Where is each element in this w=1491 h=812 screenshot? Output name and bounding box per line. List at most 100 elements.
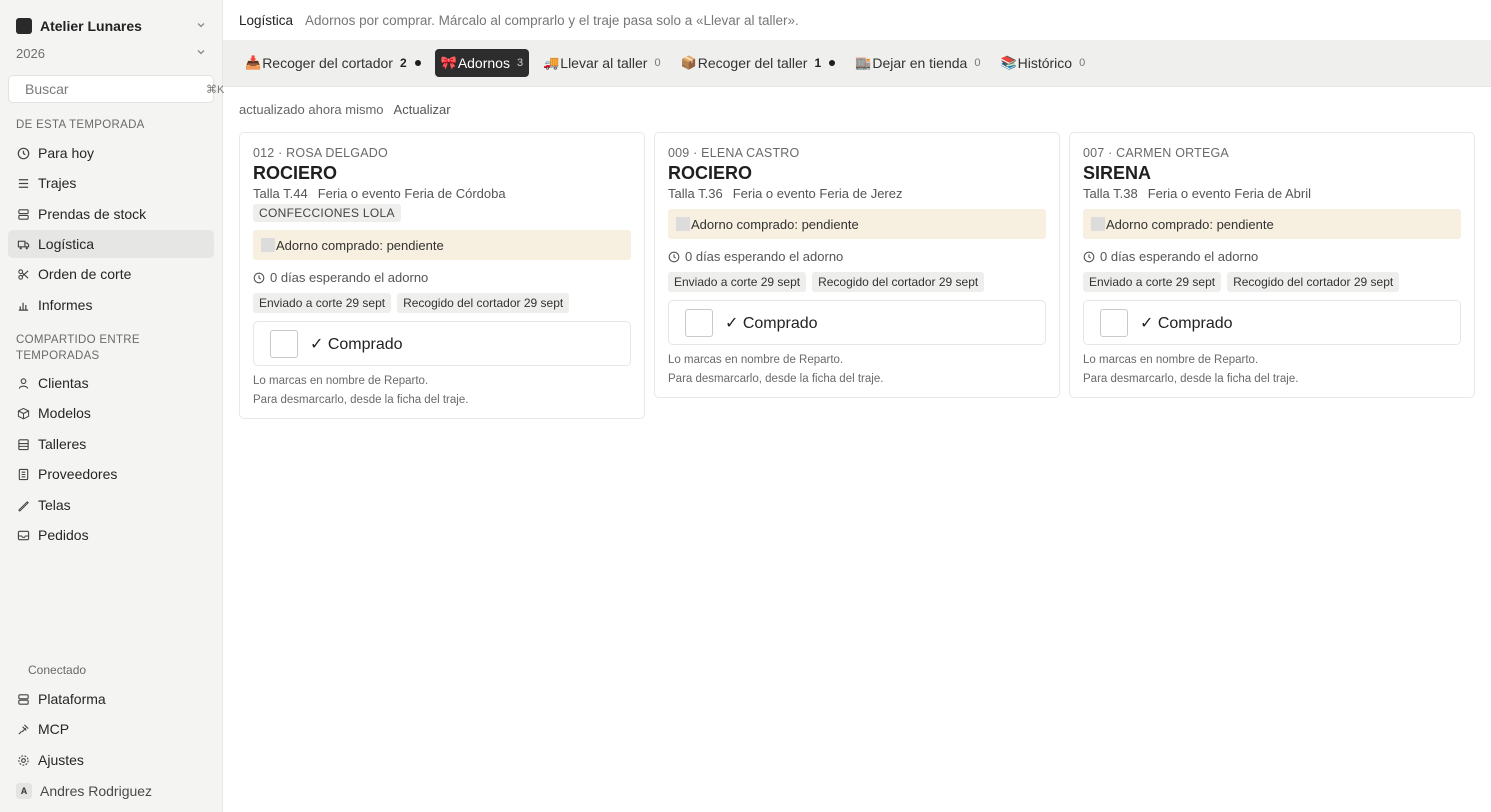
chevron-down-icon [196, 47, 206, 60]
sidebar-item-para-hoy[interactable]: Para hoy [8, 139, 214, 167]
sidebar-item-prendas-de-stock[interactable]: Prendas de stock [8, 200, 214, 228]
clock-icon [668, 251, 680, 262]
order-meta: Talla T.38 Feria o evento Feria de Abril [1083, 186, 1461, 201]
sidebar-item-mcp[interactable]: MCP [8, 715, 214, 743]
workspace-name: Atelier Lunares [40, 18, 142, 34]
season-selector[interactable]: 2026 [8, 42, 214, 64]
order-meta: Talla T.44 Feria o evento Feria de Córdob… [253, 186, 631, 201]
connection-status: Conectado [28, 663, 87, 677]
bought-checkbox[interactable] [270, 329, 298, 358]
tab-adornos[interactable]: 🎀 Adornos 3 [434, 49, 530, 77]
order-code: 009 · ELENA CASTRO [668, 146, 800, 160]
tab-count: 0 [974, 57, 981, 69]
avatar: A [16, 783, 32, 799]
store-icon [16, 467, 30, 481]
sidebar-item-label: Logística [38, 236, 95, 252]
tab-label: Recoger del cortador [262, 55, 393, 71]
sidebar-item-clientas[interactable]: Clientas [8, 369, 214, 397]
wait-time: 0 días esperando el adorno [253, 270, 631, 285]
box-icon [16, 406, 30, 420]
sidebar-item-label: Informes [38, 297, 93, 313]
sidebar-item-plataforma[interactable]: Plataforma [8, 685, 214, 713]
sidebar-item-label: Prendas de stock [38, 206, 147, 222]
section-label-shared: COMPARTIDO ENTRE TEMPORADAS [16, 332, 140, 364]
sidebar-item-label: Ajustes [38, 752, 84, 768]
sidebar-item-informes[interactable]: Informes [8, 291, 214, 319]
bought-label: ✓ Comprado [310, 335, 403, 353]
ribbon-icon: 🎀 [440, 55, 457, 70]
tab-label: Adornos [457, 55, 510, 71]
clock-icon [253, 272, 265, 283]
sidebar-item-label: Pedidos [38, 527, 89, 543]
sidebar-item-label: Telas [38, 497, 71, 513]
sidebar-item-label: Proveedores [38, 466, 118, 482]
sidebar-item-orden-de-corte[interactable]: Orden de corte [8, 260, 214, 288]
building-icon [16, 437, 30, 451]
tab-dejar-en-tienda[interactable]: 🏬 Dejar en tienda 0 [849, 49, 986, 77]
card-note: Para desmarcarlo, desde la ficha del tra… [668, 373, 884, 385]
sidebar-item-talleres[interactable]: Talleres [8, 430, 214, 458]
tab-llevar-al-taller[interactable]: 🚚 Llevar al taller 0 [537, 49, 666, 77]
tab-count: 0 [1079, 57, 1086, 69]
workspace-logo-icon [16, 18, 32, 34]
truck-icon [16, 237, 30, 251]
bought-checkbox[interactable] [685, 308, 713, 337]
sidebar-item-pedidos[interactable]: Pedidos [8, 521, 214, 549]
mark-bought-button[interactable]: ✓ Comprado [668, 300, 1046, 345]
chart-icon [16, 298, 30, 312]
workspace-switcher[interactable]: Atelier Lunares [8, 14, 214, 38]
checkbox-placeholder-icon [261, 238, 275, 252]
checkbox-placeholder-icon [1091, 217, 1105, 231]
stack-icon [16, 207, 30, 221]
gear-icon [16, 753, 30, 767]
sidebar-item-label: Clientas [38, 375, 89, 391]
truck-icon: 🚚 [543, 55, 560, 70]
model-name: ROCIERO [253, 163, 338, 183]
bought-checkbox[interactable] [1100, 308, 1128, 337]
mark-bought-button[interactable]: ✓ Comprado [253, 321, 631, 366]
history-chips: Enviado a corte 29 sept Recogido del cor… [253, 293, 631, 313]
event-label: Feria o evento Feria de Abril [1147, 186, 1311, 201]
card-note: Lo marcas en nombre de Reparto. [253, 375, 429, 387]
tab-recoger-del-cortador[interactable]: 📥 Recoger del cortador 2 [239, 49, 427, 77]
section-label-season: DE ESTA TEMPORADA [16, 119, 145, 131]
bought-label: ✓ Comprado [1140, 314, 1233, 332]
package-icon: 📦 [680, 55, 697, 70]
card-note: Lo marcas en nombre de Reparto. [1083, 354, 1259, 366]
warning-text: Adorno comprado: pendiente [1106, 216, 1274, 232]
sidebar-item-label: Talleres [38, 436, 87, 452]
order-meta: Talla T.36 Feria o evento Feria de Jerez [668, 186, 1046, 201]
season-year: 2026 [16, 45, 45, 61]
scissors-icon [16, 267, 30, 281]
size-label: Talla T.36 [668, 186, 723, 201]
sidebar-item-telas[interactable]: Telas [8, 491, 214, 519]
user-menu[interactable]: A Andres Rodriguez [8, 778, 214, 804]
mark-bought-button[interactable]: ✓ Comprado [1083, 300, 1461, 345]
sidebar-item-proveedores[interactable]: Proveedores [8, 460, 214, 488]
sidebar-item-modelos[interactable]: Modelos [8, 399, 214, 427]
tab-recoger-del-taller[interactable]: 📦 Recoger del taller 1 [675, 49, 842, 77]
tab-bar: 📥 Recoger del cortador 2 🎀 Adornos 3 🚚 L… [223, 40, 1491, 87]
pending-warning: Adorno comprado: pendiente [668, 209, 1046, 239]
tab-historico[interactable]: 📚 Histórico 0 [994, 49, 1091, 77]
refresh-button[interactable]: Actualizar [394, 102, 451, 117]
card-note: Para desmarcarlo, desde la ficha del tra… [253, 394, 469, 406]
sidebar-item-ajustes[interactable]: Ajustes [8, 746, 214, 774]
tab-count: 3 [516, 57, 524, 69]
server-icon [16, 692, 30, 706]
order-code: 012 · ROSA DELGADO [253, 146, 388, 160]
tab-count: 0 [654, 57, 661, 69]
refresh-bar: actualizado ahora mismo Actualizar [239, 102, 451, 117]
order-code: 007 · CARMEN ORTEGA [1083, 146, 1229, 160]
sidebar-item-logistica[interactable]: Logística [8, 230, 214, 258]
search-input[interactable] [25, 81, 206, 97]
tab-count: 2 [399, 56, 407, 70]
sidebar-item-label: Trajes [38, 175, 77, 191]
section-label-line: TEMPORADAS [16, 350, 100, 362]
inbox-icon [16, 528, 30, 542]
wait-time: 0 días esperando el adorno [668, 249, 1046, 264]
workshop-tag: CONFECCIONES LOLA [253, 204, 401, 222]
sidebar-item-trajes[interactable]: Trajes [8, 169, 214, 197]
sidebar-item-label: Para hoy [38, 145, 95, 161]
event-label: Feria o evento Feria de Córdoba [317, 186, 506, 201]
